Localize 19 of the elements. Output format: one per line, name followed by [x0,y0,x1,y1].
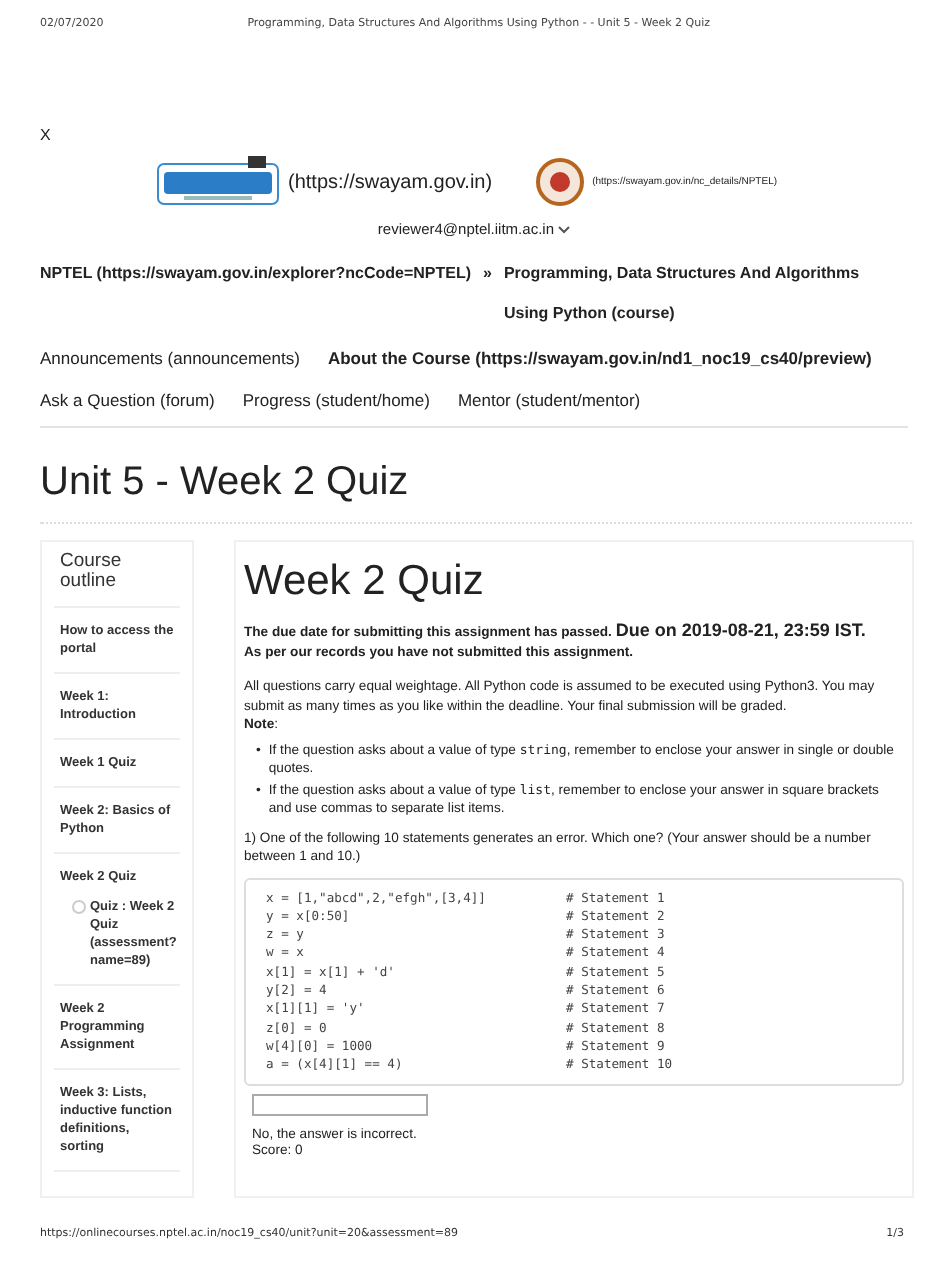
close-link[interactable]: X [40,126,51,144]
radio-icon [72,900,86,914]
swayam-link[interactable]: (https://swayam.gov.in) [288,171,493,193]
nav-link[interactable]: Announcements (announcements) [40,338,300,380]
page-title: Unit 5 - Week 2 Quiz [40,460,912,524]
due-date: Due on 2019-08-21, 23:59 IST. [615,620,866,640]
breadcrumb-link[interactable]: Programming, Data Structures And Algorithms Using Python (course) [503,254,908,334]
nav-link[interactable]: Ask a Question (forum) [40,380,215,422]
nav-link[interactable]: Progress (student/home) [242,380,430,422]
nav-link[interactable]: Mentor (student/mentor) [457,380,641,422]
nptel-logo[interactable] [536,158,585,206]
nav-link[interactable]: About the Course (https://swayam.gov.in/nd1_noc19_cs40/preview) [327,338,872,380]
answer-field[interactable] [252,1094,428,1117]
caret-icon [558,226,571,234]
breadcrumb-link[interactable]: NPTEL (https://swayam.gov.in/explorer?ncCode=NPTEL) [40,254,472,294]
swayam-logo[interactable] [156,156,280,208]
breadcrumb-separator: » [483,262,492,286]
quiz-title: Week 2 Quiz [244,558,486,606]
sidebar-title: Course outline [54,548,180,608]
